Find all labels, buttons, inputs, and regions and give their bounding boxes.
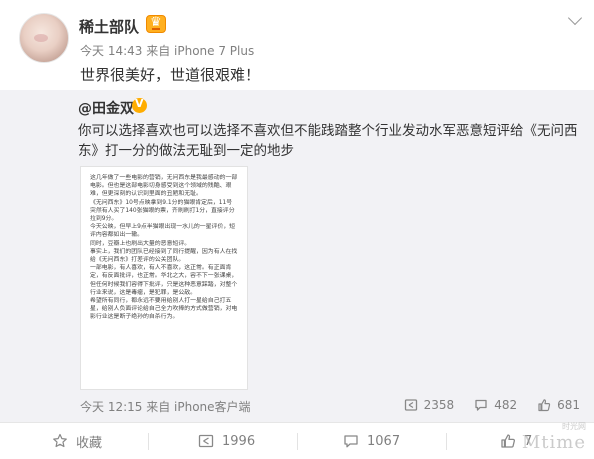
watermark-sub: 时光网 [562,422,586,431]
post-text: 世界很美好，世道很艰难！ [80,66,261,84]
repost-icon [198,434,214,448]
comment-icon [475,399,487,411]
thumbs-up-icon [538,399,551,412]
weibo-post-card: 稀土部队 今天 14:43 来自 iPhone 7 Plus 世界很美好，世道很… [0,0,594,459]
repost-meta: 今天 12:15 来自 iPhone客户端 [80,400,251,414]
image-paragraph: 今天公映，但早上9点半猫眼出现一水儿的一星评价，短评内容都如出一辙。 [90,224,236,239]
repost-icon [404,399,417,411]
image-paragraph: 《无问西东》10号点映拿到9.1分的猫眼肯定后，11号突然有人买了140张猫眼的… [90,199,235,223]
favorite-label: 收藏 [76,435,103,451]
favorite-button[interactable]: 收藏 [52,423,102,459]
image-paragraph: 希望所有同行，都永远不要用给别人打一星给自己打五星，给别人负面评论给自己全力吹捧… [90,298,238,321]
image-paragraph: 同时，豆瓣上也刷出大量的恶意短评。 [90,240,191,247]
repost-actions: 2358 482 681 [404,396,580,414]
star-icon [53,433,67,448]
vip-badge-icon[interactable] [146,15,166,33]
repost-repost-action[interactable]: 2358 [404,396,455,414]
thumbs-up-icon [501,434,515,448]
repost-like-action[interactable]: 681 [537,396,580,414]
watermark-brand: Mtime [521,432,586,453]
author-name[interactable]: 稀土部队 [79,16,139,37]
image-paragraph: 这几年做了一些电影的营销，无问西东是我最感动的一部电影。但也是这部电影切身感受到… [90,175,238,198]
repost-comment-count: 482 [494,398,518,412]
divider [446,433,447,450]
post-meta: 今天 14:43 来自 iPhone 7 Plus [80,44,255,58]
chevron-down-icon[interactable] [567,10,583,26]
image-paragraph: 事实上，我们的团队已经接到了同行提醒，因为有人在找给《无问西东》打差评的公关团队… [90,248,238,264]
repost-like-count: 681 [557,398,580,412]
repost-button[interactable]: 1996 [198,423,255,459]
image-paragraph: 一部电影，有人喜欢，有人不喜欢，这正常。有正面肯定，有反面批评，也正常。华北之大… [90,265,238,296]
verified-icon [132,97,147,113]
comment-icon [344,435,358,448]
author-avatar[interactable] [19,13,69,63]
repost-box[interactable]: @田金双 你可以选择喜欢也可以选择不喜欢但不能践踏整个行业发动水军恶意短评给《无… [0,90,594,422]
comment-count: 1067 [367,433,401,449]
repost-comment-action[interactable]: 482 [474,396,517,414]
comment-button[interactable]: 1067 [343,423,400,459]
repost-author[interactable]: @田金双 [78,98,134,118]
divider [148,433,149,450]
repost-repost-count: 2358 [423,398,455,412]
repost-image[interactable]: 这几年做了一些电影的营销，无问西东是我最感动的一部电影。但也是这部电影切身感受到… [80,166,248,390]
repost-text: 你可以选择喜欢也可以选择不喜欢但不能践踏整个行业发动水军恶意短评给《无问西东》打… [78,123,578,159]
divider [297,433,298,450]
repost-count: 1996 [222,433,256,449]
action-bar: 收藏 1996 1067 7 时光网 Mtime [0,422,594,459]
mtime-watermark: 时光网 Mtime [521,422,586,453]
